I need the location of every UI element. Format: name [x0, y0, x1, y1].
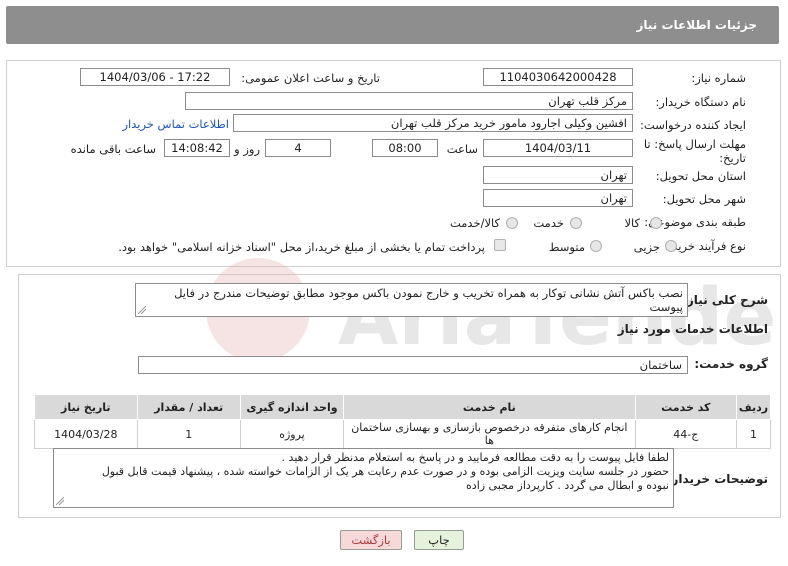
requester-field: افشین وکیلی اجارود مامور خرید مرکز قلب ت…	[233, 114, 633, 132]
buyer-notes-line-1: لطفا فایل پیوست را به دقت مطالعه فرمایید…	[281, 451, 669, 464]
col-unit: واحد اندازه گیری	[239, 394, 345, 420]
buyer-org-field: مرکز قلب تهران	[185, 92, 633, 110]
category-radio-goods-service[interactable]	[506, 217, 518, 229]
need-number-field: 1104030642000428	[483, 68, 633, 86]
cell-unit: پروژه	[239, 419, 345, 449]
services-table: تاریخ نیاز تعداد / مقدار واحد اندازه گیر…	[34, 394, 771, 449]
page-title: جزئیات اطلاعات نیاز	[636, 18, 757, 32]
resize-grip-icon[interactable]	[138, 306, 146, 314]
col-date: تاریخ نیاز	[34, 394, 138, 420]
service-group-field: ساختمان	[138, 356, 688, 374]
announce-datetime-field: 1404/03/06 - 17:22	[80, 68, 230, 86]
remaining-time-label: ساعت باقی مانده	[70, 142, 156, 156]
category-option-service: خدمت	[533, 216, 564, 230]
city-label: شهر محل تحویل:	[662, 192, 746, 206]
cell-date: 1404/03/28	[34, 419, 138, 449]
col-row-number: ردیف	[736, 394, 771, 420]
category-radio-service[interactable]	[570, 217, 582, 229]
buyer-notes-line-2: حضور در جلسه سایت ویزیت الزامی بوده و در…	[101, 465, 669, 478]
deadline-time-label: ساعت	[446, 142, 478, 156]
process-radio-minor[interactable]	[665, 240, 677, 252]
description-text: نصب باکس آتش نشانی توکار به همراه تخریب …	[174, 286, 683, 314]
category-radio-goods[interactable]	[650, 217, 662, 229]
need-number-label: شماره نیاز:	[691, 71, 746, 85]
description-textarea[interactable]: نصب باکس آتش نشانی توکار به همراه تخریب …	[135, 283, 688, 317]
process-option-minor: جزیی	[633, 240, 660, 254]
deadline-time-field: 08:00	[372, 139, 438, 157]
page-header: جزئیات اطلاعات نیاز	[6, 6, 779, 44]
cell-row-number: 1	[736, 419, 771, 449]
days-field: 4	[265, 139, 331, 157]
deadline-label-date: تاریخ:	[719, 151, 746, 165]
process-option-medium: متوسط	[548, 240, 585, 254]
col-quantity: تعداد / مقدار	[136, 394, 241, 420]
cell-service-name: انجام کارهای متفرقه درخصوص بازسازی و بهس…	[343, 419, 636, 449]
buyer-notes-line-3: نبوده و ابطال می گردد . کارپرداز مجبی زا…	[466, 479, 669, 492]
col-service-code: کد خدمت	[634, 394, 738, 420]
cell-service-code: ج-44	[634, 419, 738, 449]
description-label: شرح کلی نیاز:	[682, 293, 768, 307]
col-service-name: نام خدمت	[343, 394, 636, 420]
announce-datetime-label: تاریخ و ساعت اعلان عمومی:	[241, 71, 380, 85]
deadline-date-field: 1404/03/11	[483, 139, 633, 157]
table-header-row: تاریخ نیاز تعداد / مقدار واحد اندازه گیر…	[34, 394, 771, 420]
resize-grip-icon[interactable]	[56, 497, 64, 505]
treasury-payment-checkbox[interactable]	[494, 239, 506, 251]
treasury-payment-note: پرداخت تمام یا بخشی از مبلغ خرید،از محل …	[118, 240, 485, 254]
days-label: روز و	[234, 142, 260, 156]
services-section-title: اطلاعات خدمات مورد نیاز	[617, 322, 768, 336]
city-field: تهران	[483, 189, 633, 207]
back-button[interactable]: بازگشت	[340, 530, 402, 550]
print-button[interactable]: چاپ	[414, 530, 464, 550]
buyer-contact-link[interactable]: اطلاعات تماس خریدار	[122, 117, 229, 131]
buyer-notes-textarea[interactable]: لطفا فایل پیوست را به دقت مطالعه فرمایید…	[53, 448, 674, 508]
buyer-notes-label: توضیحات خریدار:	[666, 472, 768, 486]
province-field: تهران	[483, 166, 633, 184]
requester-label: ایجاد کننده درخواست:	[640, 118, 746, 132]
province-label: استان محل تحویل:	[655, 169, 746, 183]
service-group-label: گروه خدمت:	[694, 357, 768, 371]
process-radio-medium[interactable]	[590, 240, 602, 252]
category-option-goods-service: کالا/خدمت	[449, 216, 500, 230]
buyer-org-label: نام دستگاه خریدار:	[655, 95, 746, 109]
category-option-goods: کالا	[624, 216, 640, 230]
remaining-time-field: 14:08:42	[164, 139, 230, 157]
deadline-label: مهلت ارسال پاسخ: تا	[643, 137, 746, 151]
table-row: 1404/03/28 1 پروژه انجام کارهای متفرقه د…	[34, 419, 771, 449]
cell-quantity: 1	[136, 419, 241, 449]
